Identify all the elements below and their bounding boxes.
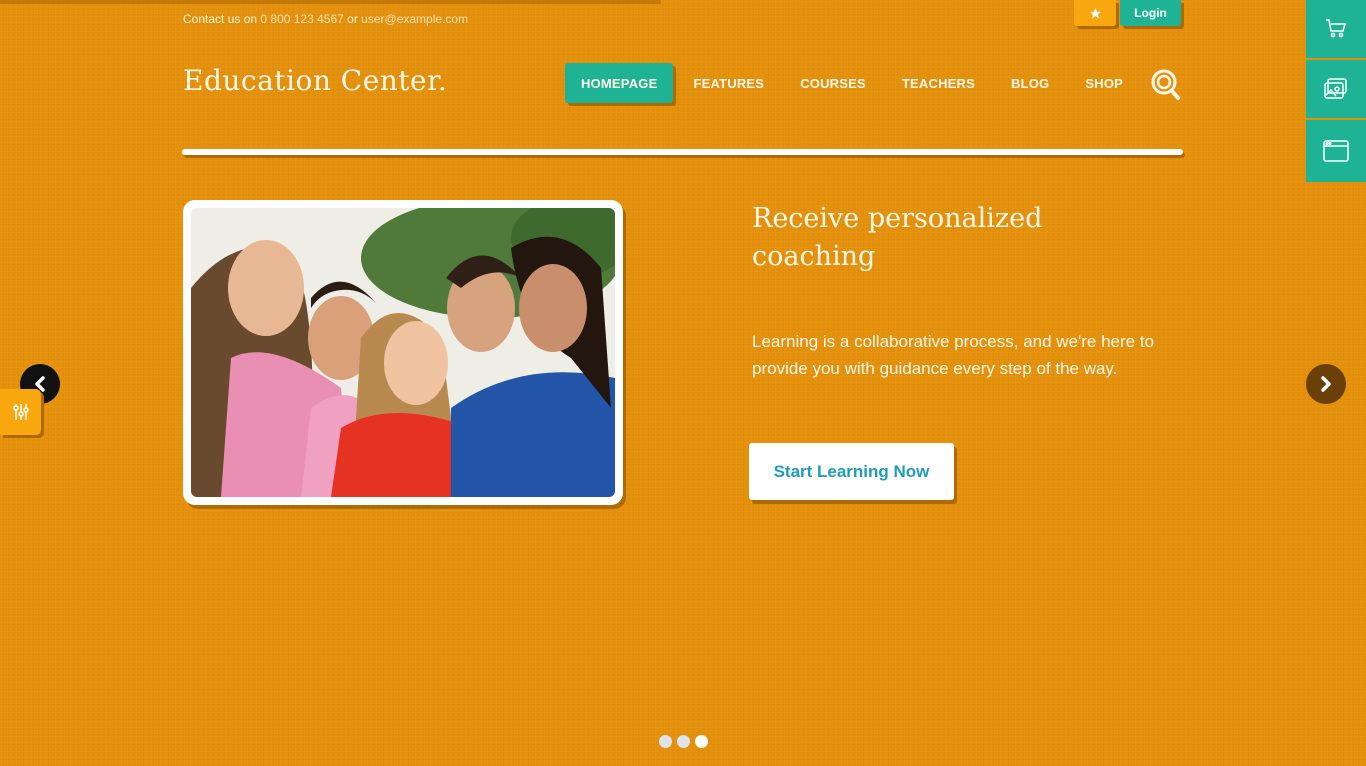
students-photo [191,208,615,497]
style-switcher-toggle[interactable] [0,389,41,435]
top-strip [0,0,661,4]
cart-icon [1326,19,1346,38]
contact-separator: or [347,12,358,26]
nav-item-courses[interactable]: COURSES [784,63,882,103]
slider-dot-1[interactable] [659,735,672,748]
search-button[interactable] [1150,68,1182,102]
login-button[interactable]: Login [1120,0,1181,26]
contact-email[interactable]: user@example.com [361,12,468,26]
slider-next-button[interactable] [1306,364,1346,404]
sliders-icon [12,404,29,420]
nav-item-blog[interactable]: BLOG [995,63,1065,103]
star-icon [1089,7,1101,18]
browser-window-icon [1323,140,1349,162]
nav-item-features[interactable]: FEATURES [677,63,780,103]
main-nav: HOMEPAGE FEATURES COURSES TEACHERS BLOG … [565,63,1143,103]
gallery-icon [1324,78,1347,99]
nav-item-homepage[interactable]: HOMEPAGE [565,63,674,103]
top-actions: Login [1074,0,1181,26]
site-logo[interactable]: Education Center. [183,64,447,97]
favorites-button[interactable] [1074,0,1116,26]
contact-label: Contact us on [183,12,258,26]
slide-image [191,208,615,497]
gallery-button[interactable] [1306,60,1366,120]
search-icon [1151,69,1180,100]
slider-pagination [659,735,708,748]
contact-info: Contact us on 0 800 123 4567 or user@exa… [183,12,468,26]
slide-description: Learning is a collaborative process, and… [752,332,1155,378]
start-learning-button[interactable]: Start Learning Now [749,443,954,500]
slider-dot-3[interactable] [695,735,708,748]
nav-item-shop[interactable]: SHOP [1069,63,1139,103]
contact-phone[interactable]: 0 800 123 4567 [260,12,343,26]
layout-button[interactable] [1306,120,1366,182]
nav-item-teachers[interactable]: TEACHERS [886,63,991,103]
slide-title: Receive personalized coaching [752,203,1043,272]
side-toolbar [1306,0,1366,182]
header-divider [182,149,1183,155]
chevron-right-icon [1321,376,1331,392]
cart-button[interactable] [1306,0,1366,60]
slide-image-frame [183,200,623,505]
slider-dot-2[interactable] [677,735,690,748]
